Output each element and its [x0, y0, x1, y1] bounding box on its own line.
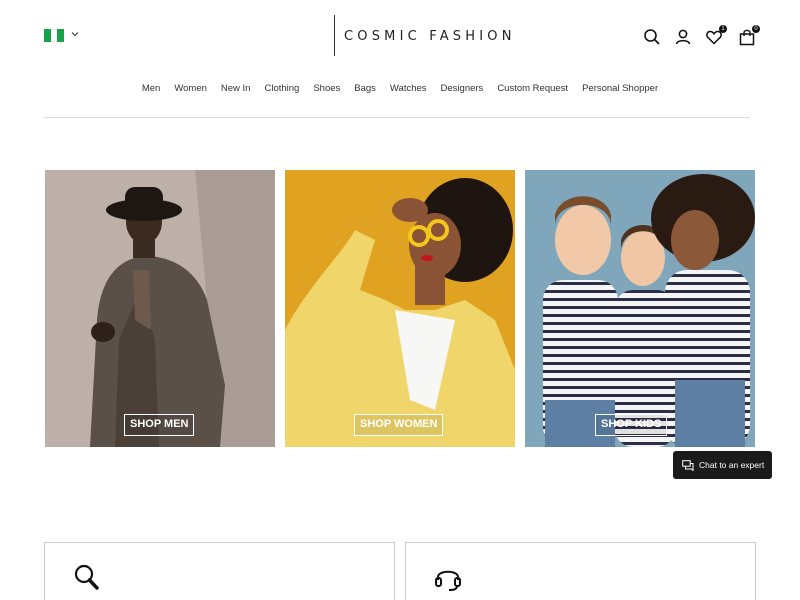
bag-count-badge: 0 — [752, 25, 760, 33]
nav-item-shoes[interactable]: Shoes — [313, 83, 340, 94]
nav-item-watches[interactable]: Watches — [390, 83, 427, 94]
main-nav: Men Women New In Clothing Shoes Bags Wat… — [0, 83, 800, 94]
shop-women-tile[interactable]: SHOP WOMEN — [285, 170, 515, 447]
chat-expert-button[interactable]: Chat to an expert — [673, 451, 772, 479]
user-icon[interactable] — [674, 28, 692, 46]
headset-icon — [435, 570, 461, 591]
shop-kids-tile[interactable]: SHOP KIDS — [525, 170, 755, 447]
nav-item-bags[interactable]: Bags — [354, 83, 376, 94]
search-icon[interactable] — [643, 28, 661, 46]
magnifier-icon — [74, 564, 99, 590]
chat-label: Chat to an expert — [699, 460, 765, 470]
brand-divider — [334, 15, 335, 56]
brand-logo[interactable]: COSMIC FASHION — [344, 29, 516, 44]
nav-item-women[interactable]: Women — [174, 83, 207, 94]
chat-bubbles-icon — [682, 459, 694, 471]
feature-card-search — [44, 542, 395, 600]
shop-kids-button[interactable]: SHOP KIDS — [595, 414, 668, 436]
nav-item-custom-request[interactable]: Custom Request — [497, 83, 568, 94]
kids-photo — [525, 170, 755, 447]
heart-icon[interactable]: 1 — [705, 25, 727, 46]
wishlist-count-badge: 1 — [719, 25, 727, 33]
nav-divider — [44, 117, 750, 118]
men-photo — [45, 170, 275, 447]
feature-card-support — [405, 542, 756, 600]
country-flag-icon[interactable] — [44, 29, 65, 42]
shop-women-button[interactable]: SHOP WOMEN — [354, 414, 444, 436]
shop-men-tile[interactable]: SHOP MEN — [45, 170, 275, 447]
women-photo — [285, 170, 515, 447]
nav-item-clothing[interactable]: Clothing — [264, 83, 299, 94]
chevron-down-icon[interactable] — [70, 29, 80, 39]
nav-item-personal-shopper[interactable]: Personal Shopper — [582, 83, 658, 94]
nav-item-men[interactable]: Men — [142, 83, 160, 94]
nav-item-designers[interactable]: Designers — [441, 83, 484, 94]
nav-item-new-in[interactable]: New In — [221, 83, 251, 94]
shop-men-button[interactable]: SHOP MEN — [124, 414, 195, 436]
shopping-bag-icon[interactable]: 0 — [738, 25, 760, 46]
